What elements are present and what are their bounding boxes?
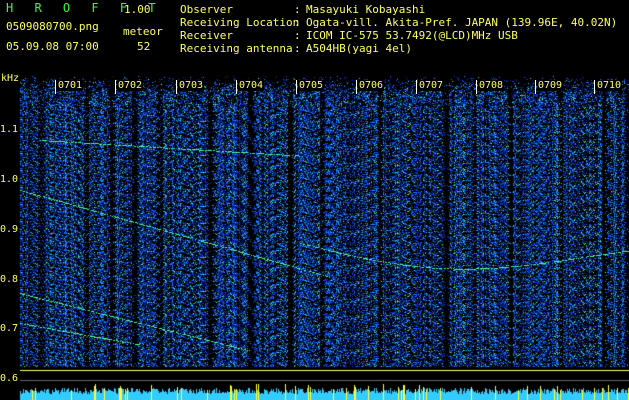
x-tick-label: 0709 xyxy=(537,80,564,91)
location-value: Ogata-vill. Akita-Pref. JAPAN (139.96E, … xyxy=(306,16,618,29)
x-tick-mark xyxy=(236,80,237,94)
x-tick-mark xyxy=(115,80,116,94)
antenna-colon: : xyxy=(294,42,301,55)
x-tick-label: 0706 xyxy=(358,80,385,91)
location-colon: : xyxy=(294,16,301,29)
x-tick-label: 0703 xyxy=(178,80,205,91)
y-tick-label: 0.6 xyxy=(0,373,19,384)
x-tick-mark xyxy=(356,80,357,94)
location-label: Receiving Location xyxy=(180,16,300,29)
x-tick-mark xyxy=(594,80,595,94)
meteor-label: meteor xyxy=(123,25,163,38)
observer-value: Masayuki Kobayashi xyxy=(306,3,426,16)
x-tick-mark xyxy=(416,80,417,94)
antenna-value: A504HB(yagi 4el) xyxy=(306,42,412,55)
x-tick-label: 0702 xyxy=(117,80,144,91)
x-tick-mark xyxy=(535,80,536,94)
y-tick-label: 0.9 xyxy=(0,224,19,235)
x-tick-label: 0707 xyxy=(418,80,445,91)
observer-label: Observer xyxy=(180,3,233,16)
y-tick-label: 0.7 xyxy=(0,323,19,334)
y-tick-label: 1.0 xyxy=(0,174,19,185)
x-tick-label: 0704 xyxy=(238,80,265,91)
x-tick-mark xyxy=(55,80,56,94)
y-tick-label: 0.8 xyxy=(0,274,19,285)
capture-datetime: 05.09.08 07:00 xyxy=(6,40,99,53)
meteor-count: 52 xyxy=(137,40,151,53)
receiver-label: Receiver xyxy=(180,29,233,42)
x-tick-mark xyxy=(176,80,177,94)
x-tick-mark xyxy=(296,80,297,94)
app-version: 1.00 xyxy=(124,3,151,16)
header-panel: H R O F F T 1.00 0509080700.png 05.09.08… xyxy=(0,0,629,75)
x-tick-label: 0708 xyxy=(478,80,505,91)
x-tick-label: 0705 xyxy=(298,80,325,91)
observer-colon: : xyxy=(294,3,301,16)
y-tick-label: 1.1 xyxy=(0,124,19,135)
file-name: 0509080700.png xyxy=(6,20,99,33)
x-tick-label: 0710 xyxy=(596,80,623,91)
x-tick-mark xyxy=(476,80,477,94)
receiver-colon: : xyxy=(294,29,301,42)
receiver-value: ICOM IC-575 53.7492(@LCD)MHz USB xyxy=(306,29,518,42)
spectrogram-canvas xyxy=(0,75,629,400)
x-tick-label: 0701 xyxy=(57,80,84,91)
y-axis-unit: kHz xyxy=(1,73,20,84)
antenna-label: Receiving antenna xyxy=(180,42,293,55)
